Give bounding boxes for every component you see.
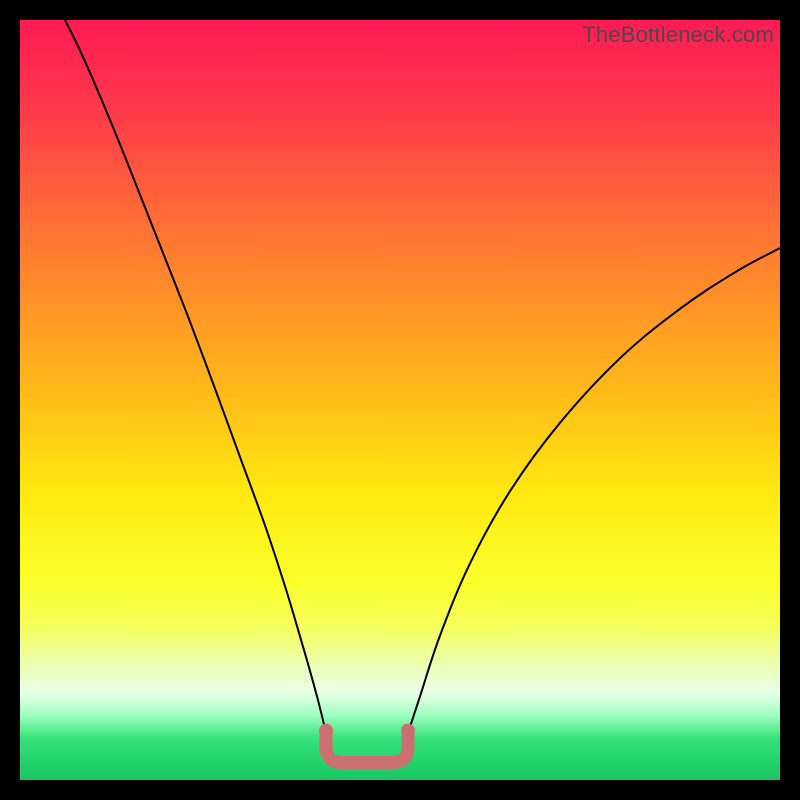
chart-frame: TheBottleneck.com	[0, 0, 800, 800]
plot-area	[20, 20, 780, 780]
gradient-background	[20, 20, 780, 780]
trough-dot-right	[401, 724, 415, 738]
trough-dot-left	[319, 724, 333, 738]
bottleneck-chart	[20, 20, 780, 780]
watermark-text: TheBottleneck.com	[582, 22, 774, 48]
